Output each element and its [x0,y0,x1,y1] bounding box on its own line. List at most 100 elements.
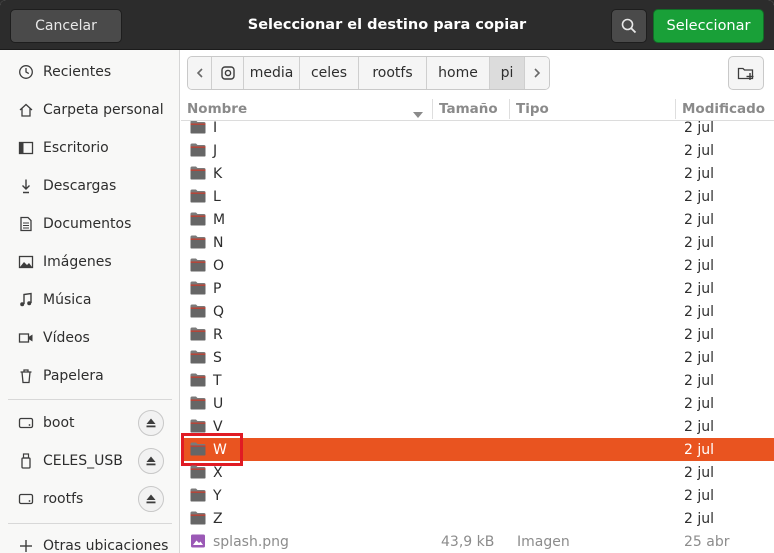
sidebar: Recientes Carpeta personal Escritorio Desca… [0,50,180,553]
column-header-row: Nombre Tamaño Tipo Modificado [181,97,774,121]
eject-button[interactable] [138,486,164,512]
file-name: N [213,234,224,251]
file-row[interactable]: O 2 jul [181,254,774,277]
file-row[interactable]: P 2 jul [181,277,774,300]
file-name: K [213,165,223,182]
file-list: Nombre Tamaño Tipo Modificado I 2 jul J 2 j… [181,97,774,553]
clock-icon [18,64,34,80]
file-row[interactable]: S 2 jul [181,346,774,369]
document-icon [18,216,34,232]
eject-icon [145,493,157,505]
file-modified: 2 jul [684,418,715,435]
folder-icon [190,121,206,134]
file-name: R [213,326,223,343]
search-button[interactable] [611,9,647,43]
sidebar-item-label: rootfs [43,491,84,507]
sidebar-item-label: boot [43,415,75,431]
column-header-name[interactable]: Nombre [187,97,247,121]
file-size: 43,9 kB [441,533,495,550]
folder-icon [190,396,206,410]
path-segment-pi[interactable]: pi [490,57,525,89]
path-segment-rootfs[interactable]: rootfs [359,57,427,89]
new-folder-button[interactable] [728,56,764,90]
folder-icon [190,258,206,272]
file-row[interactable]: N 2 jul [181,231,774,254]
file-chooser-dialog: Cancelar Seleccionar el destino para cop… [0,0,774,553]
path-segment-celes[interactable]: celes [300,57,359,89]
chevron-right-icon [534,68,541,78]
file-name: I [213,121,218,136]
file-row[interactable]: T 2 jul [181,369,774,392]
eject-button[interactable] [138,410,164,436]
file-modified: 2 jul [684,303,715,320]
sidebar-item-label: Papelera [43,368,104,384]
file-row[interactable]: Z 2 jul [181,507,774,530]
sidebar-item-descargas[interactable]: Descargas [0,167,179,205]
file-row[interactable]: M 2 jul [181,208,774,231]
file-name: Y [213,487,222,504]
folder-icon [190,511,206,525]
file-name: Z [213,510,223,527]
file-name: T [213,372,222,389]
sidebar-item-label: Carpeta personal [43,102,164,118]
path-root-button[interactable] [212,57,244,89]
sidebar-item-label: Descargas [43,178,117,194]
column-header-size[interactable]: Tamaño [439,97,498,121]
eject-icon [145,417,157,429]
file-row[interactable]: splash.png 43,9 kB Imagen 25 abr [181,530,774,553]
file-row[interactable]: U 2 jul [181,392,774,415]
drive-icon [220,66,235,80]
file-row[interactable]: J 2 jul [181,139,774,162]
sidebar-item-documentos[interactable]: Documentos [0,205,179,243]
file-row[interactable]: X 2 jul [181,461,774,484]
sidebar-item-carpeta-personal[interactable]: Carpeta personal [0,91,179,129]
sidebar-item-imagenes[interactable]: Imágenes [0,243,179,281]
file-modified: 2 jul [684,487,715,504]
column-header-type[interactable]: Tipo [516,97,549,121]
sidebar-item-musica[interactable]: Música [0,281,179,319]
sidebar-item-label: Escritorio [43,140,109,156]
cancel-button[interactable]: Cancelar [10,9,122,43]
sidebar-item-videos[interactable]: Vídeos [0,319,179,357]
sidebar-item-label: CELES_USB [43,453,123,469]
desktop-icon [18,140,34,156]
column-header-modified[interactable]: Modificado [682,97,765,121]
file-row[interactable]: R 2 jul [181,323,774,346]
sidebar-item-recientes[interactable]: Recientes [0,53,179,91]
file-row[interactable]: K 2 jul [181,162,774,185]
file-name: P [213,280,222,297]
file-name: S [213,349,222,366]
file-type: Imagen [517,533,570,550]
chevron-left-icon [196,68,203,78]
file-row[interactable]: Y 2 jul [181,484,774,507]
file-modified: 2 jul [684,142,715,159]
sidebar-item-other-locations[interactable]: Otras ubicaciones [0,527,179,553]
file-row[interactable]: Q 2 jul [181,300,774,323]
image-icon [18,254,34,270]
sidebar-item-label: Música [43,292,92,308]
sidebar-item-escritorio[interactable]: Escritorio [0,129,179,167]
file-row[interactable]: I 2 jul [181,121,774,139]
path-scroll-right-button[interactable] [525,57,549,89]
select-button[interactable]: Seleccionar [653,9,764,43]
path-segment-home[interactable]: home [427,57,490,89]
file-row[interactable]: L 2 jul [181,185,774,208]
image-file-icon [190,534,206,548]
file-modified: 2 jul [684,121,715,136]
file-modified: 2 jul [684,372,715,389]
sidebar-separator [8,523,172,524]
file-row[interactable]: V2 jul [181,415,774,438]
file-modified: 2 jul [684,165,715,182]
drive-icon [18,491,34,507]
file-rows: I 2 jul J 2 jul K 2 jul L 2 jul M 2 jul N 2 jul O 2 j… [181,121,774,553]
path-bar: media celes rootfs home pi [187,56,550,90]
folder-icon [190,166,206,180]
file-name: Q [213,303,225,320]
file-modified: 2 jul [684,349,715,366]
eject-button[interactable] [138,448,164,474]
path-segment-media[interactable]: media [244,57,300,89]
path-scroll-left-button[interactable] [188,57,212,89]
folder-icon [190,488,206,502]
sidebar-item-papelera[interactable]: Papelera [0,357,179,395]
file-row[interactable]: W2 jul [181,433,774,466]
